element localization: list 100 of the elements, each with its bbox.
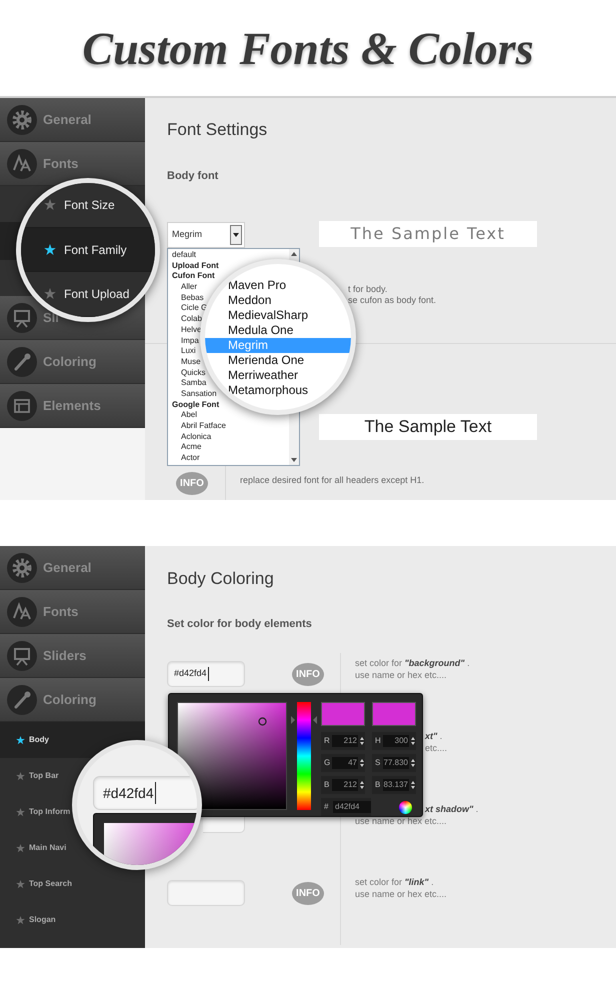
channel-value-field[interactable]: 300 [383,735,409,747]
hint-text: t for body. [348,284,388,295]
star-icon [16,916,25,924]
hex-label: # [324,801,330,813]
font-icon [7,596,37,626]
list-option[interactable]: Merriweather [228,368,298,383]
easel-icon [7,640,37,670]
list-option[interactable]: Impa [181,336,199,346]
font-icon [7,148,37,178]
star-icon [16,736,25,744]
list-option[interactable]: Luxi [181,346,196,357]
scroll-up-icon[interactable] [291,252,297,256]
list-option[interactable]: default [172,250,196,261]
hint-text: se cufon as body font. [348,295,436,306]
channel-label: H [375,735,381,747]
sample-text-preview: The Sample Text [319,414,537,440]
picker-handle-icon[interactable] [258,717,267,726]
page-title: Body Coloring [167,569,274,589]
list-option[interactable]: Muse [181,356,201,368]
spinner-icon[interactable] [411,759,415,767]
dropper-icon [7,346,37,376]
list-option[interactable]: Upload Font [172,260,219,272]
menu-item[interactable]: Font Family [21,228,155,272]
saturation-square[interactable] [177,702,287,810]
list-option[interactable]: Helve [181,324,202,336]
channel-value-field[interactable]: 77.830 [383,757,409,769]
channel-label: B [324,779,330,791]
spinner-icon[interactable] [411,781,415,789]
list-option[interactable]: Acme [181,442,202,454]
submenu-item[interactable]: Top Search [0,866,74,902]
submenu-item[interactable]: Main Navi [0,830,68,866]
hint-text: set color for "link" . [355,876,434,888]
spinner-icon[interactable] [360,737,364,745]
list-option[interactable]: MedievalSharp [228,308,308,323]
list-option[interactable]: Metamorphous [228,383,308,398]
hint-text: xt" . [425,730,442,742]
list-option[interactable]: Maven Pro [228,278,286,293]
page-title: Font Settings [167,120,268,140]
list-option[interactable]: Medula One [228,323,294,338]
headline: Custom Fonts & Colors [81,22,535,76]
channel-value-field[interactable]: 212 [332,735,358,747]
hint-text: replace desired font for all headers except H1. [240,474,424,487]
list-option[interactable]: Quicks [181,368,206,378]
hint-text: etc.... [425,742,448,754]
spinner-icon[interactable] [411,737,415,745]
hint-text: use name or hex etc.... [355,815,447,827]
spinner-icon[interactable] [360,781,364,789]
list-option[interactable]: Abril Fatface [181,421,226,432]
list-option[interactable]: Sansation [181,388,217,400]
hint-text: xt shadow" . [425,803,478,815]
submenu-item[interactable]: Slogan [0,902,58,938]
list-option[interactable]: Aller [181,282,198,293]
info-bubble: INFO [292,663,324,686]
hint-text: use name or hex etc.... [355,669,447,681]
channel-value-field[interactable]: 212 [332,779,358,791]
star-icon [16,808,25,816]
star-icon [44,244,56,256]
gear-icon [7,104,37,134]
star-icon [16,880,25,888]
color-wheel-icon[interactable] [399,800,412,814]
section-heading: Body font [167,169,218,183]
list-option[interactable]: Actor [181,453,200,464]
star-icon [16,844,25,852]
hint-text: use name or hex etc.... [355,888,447,900]
spinner-icon[interactable] [360,759,364,767]
layout-icon [7,390,37,420]
channel-value-field[interactable]: 83.137 [383,779,409,791]
star-icon [44,288,56,300]
font-select[interactable]: Megrim [167,222,245,248]
gear-icon [7,552,37,582]
hint-text: set color for "background" . [355,657,470,669]
list-option[interactable]: Samba [181,378,206,389]
list-option[interactable]: Aclonica [181,432,212,442]
text-cursor [208,667,209,681]
list-option[interactable]: Meddon [228,293,272,308]
hex-value-field[interactable]: d42fd4 [333,801,371,813]
info-bubble: INFO [292,882,324,905]
list-option[interactable]: Google Font [172,400,220,410]
list-option[interactable]: Cufon Font [172,271,215,282]
easel-icon [7,302,37,332]
list-option[interactable]: Abel [181,410,198,421]
list-option[interactable]: Merienda One [228,353,304,368]
text-cursor [154,782,156,804]
scroll-down-icon[interactable] [291,458,297,462]
channel-label: G [324,757,330,769]
dropper-icon [7,684,37,714]
list-option[interactable]: Colab [181,314,202,325]
submenu-item[interactable]: Top Inform [0,794,72,830]
star-icon [16,772,25,780]
channel-value-field[interactable]: 47 [332,757,358,769]
channel-label: S [375,757,381,769]
channel-label: B [375,779,381,791]
section-heading: Set color for body elements [167,617,312,631]
hue-handle-icon[interactable] [291,716,317,724]
color-input-field[interactable]: #d42fd4 [93,776,197,810]
submenu-item[interactable]: Top Bar [0,758,61,794]
list-option[interactable]: Bebas [181,292,204,304]
color-input-field[interactable]: #d42fd4 [167,661,245,687]
color-input-field[interactable] [167,880,245,906]
star-icon [44,198,56,211]
